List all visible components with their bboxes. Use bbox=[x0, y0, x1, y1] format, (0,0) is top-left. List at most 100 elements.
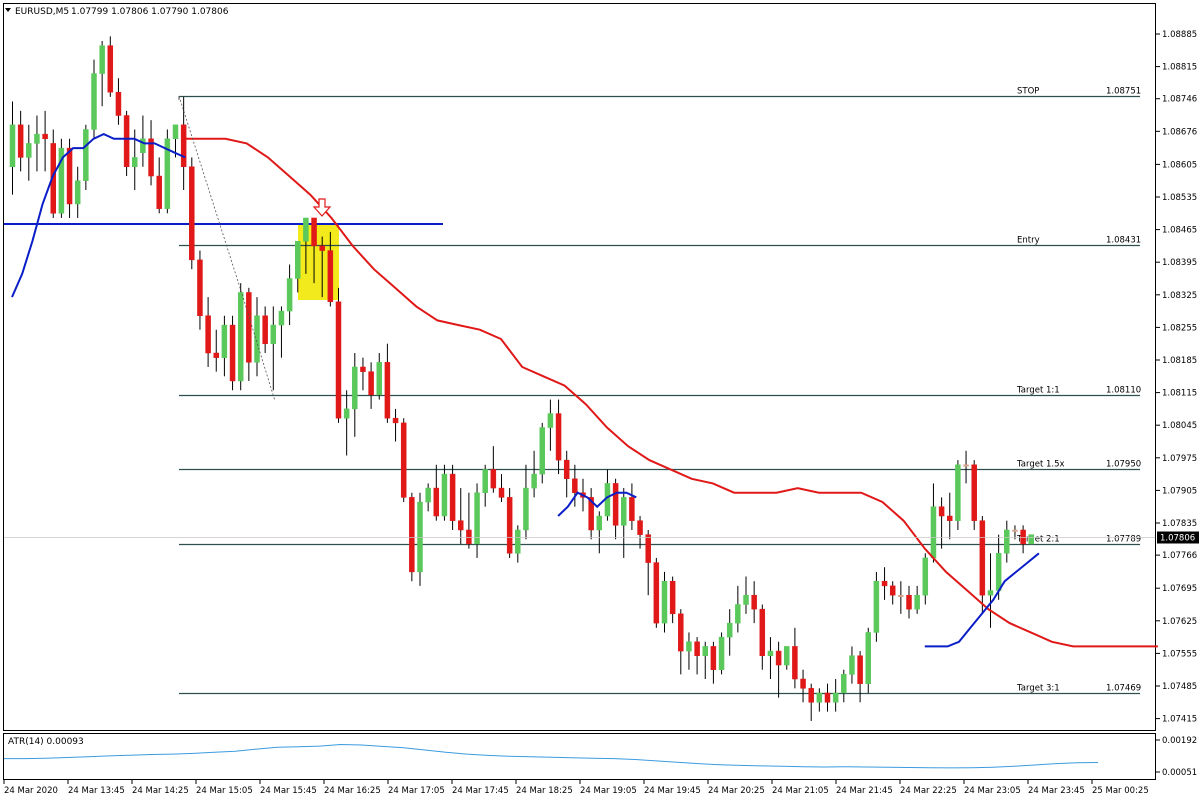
atr-label: ATR(14) 0.00093 bbox=[8, 737, 84, 747]
candle-body bbox=[563, 459, 570, 480]
candle-body bbox=[66, 147, 73, 205]
atr-panel-frame bbox=[3, 733, 1156, 780]
candle-body bbox=[132, 157, 138, 167]
time-tick-label: 24 Mar 18:25 bbox=[516, 786, 573, 796]
candle-body bbox=[906, 594, 912, 610]
candle-body bbox=[645, 534, 651, 563]
time-tick-label: 24 Mar 15:05 bbox=[196, 786, 253, 796]
time-tick-label: 24 Mar 20:25 bbox=[708, 786, 765, 796]
time-tick-label: 24 Mar 17:05 bbox=[388, 786, 445, 796]
ohlc-readout: 1.07799 1.07806 1.07790 1.07806 bbox=[71, 7, 229, 17]
price-tick-label: 1.07766 bbox=[1162, 551, 1197, 561]
candle-body bbox=[963, 464, 969, 467]
candle-body bbox=[352, 366, 358, 410]
current-price-label: 1.07806 bbox=[1160, 534, 1195, 544]
candle-body bbox=[384, 362, 391, 419]
level-value: 1.08110 bbox=[1106, 386, 1141, 396]
candle-body bbox=[295, 240, 301, 279]
price-tick-label: 1.07415 bbox=[1162, 715, 1197, 725]
level-name: Target 1.5x bbox=[1016, 460, 1065, 470]
candle-body bbox=[197, 259, 203, 317]
candle-body bbox=[17, 124, 24, 158]
candle-body bbox=[572, 478, 578, 493]
candle-body bbox=[498, 487, 505, 498]
candle-body bbox=[490, 469, 497, 489]
candle-body bbox=[466, 529, 472, 545]
price-tick-label: 1.07485 bbox=[1162, 682, 1197, 692]
price-tick-label: 1.08605 bbox=[1162, 160, 1197, 170]
time-tick-label: 25 Mar 00:25 bbox=[1092, 786, 1149, 796]
time-tick-label: 24 Mar 23:45 bbox=[1028, 786, 1085, 796]
symbol-label: EURUSD,M5 bbox=[15, 7, 69, 17]
candle-body bbox=[42, 133, 48, 140]
candle-body bbox=[9, 124, 16, 167]
candle-body bbox=[311, 217, 317, 247]
level-value: 1.07469 bbox=[1106, 684, 1141, 694]
price-tick-label: 1.08885 bbox=[1162, 30, 1197, 40]
price-tick-label: 1.07625 bbox=[1162, 617, 1197, 627]
candle-body bbox=[694, 641, 700, 656]
time-tick-label: 24 Mar 13:45 bbox=[68, 786, 125, 796]
candle-body bbox=[115, 91, 122, 116]
candle-body bbox=[1028, 534, 1034, 545]
candle-body bbox=[629, 497, 635, 521]
candle-body bbox=[123, 115, 130, 167]
candle-body bbox=[213, 352, 219, 358]
time-tick-label: 24 Mar 19:05 bbox=[580, 786, 637, 796]
price-tick-label: 1.08535 bbox=[1162, 193, 1197, 203]
candle-body bbox=[661, 580, 668, 624]
candle-body bbox=[515, 529, 521, 554]
candle-body bbox=[180, 124, 187, 167]
candle-body bbox=[784, 646, 790, 666]
candle-body bbox=[841, 674, 847, 694]
price-tick-label: 1.08045 bbox=[1162, 421, 1197, 431]
candle-body bbox=[718, 636, 725, 670]
candle-body bbox=[523, 487, 529, 531]
candle-body bbox=[335, 301, 342, 419]
candle-body bbox=[596, 515, 603, 531]
candle-body bbox=[376, 362, 382, 396]
candle-body bbox=[547, 413, 554, 428]
candle-body bbox=[303, 217, 309, 242]
candle-body bbox=[107, 45, 114, 93]
time-tick-label: 24 Mar 15:45 bbox=[260, 786, 317, 796]
candle-body bbox=[669, 580, 676, 615]
candle-body bbox=[392, 417, 399, 424]
candle-body bbox=[898, 594, 904, 597]
candle-body bbox=[653, 562, 660, 624]
candle-body bbox=[914, 594, 920, 610]
candle-body bbox=[930, 506, 937, 559]
level-name: STOP bbox=[1017, 87, 1039, 97]
candle-body bbox=[458, 520, 464, 531]
level-name: Target 3:1 bbox=[1016, 684, 1060, 694]
time-tick-label: 24 Mar 2020 bbox=[4, 786, 58, 796]
candle-body bbox=[555, 413, 562, 461]
candle-body bbox=[91, 73, 97, 130]
time-tick-label: 24 Mar 16:25 bbox=[324, 786, 381, 796]
price-tick-label: 1.07835 bbox=[1162, 519, 1197, 529]
time-tick-label: 24 Mar 23:05 bbox=[964, 786, 1021, 796]
level-value: 1.08751 bbox=[1106, 87, 1141, 97]
price-tick-label: 1.08395 bbox=[1162, 258, 1197, 268]
time-tick-label: 24 Mar 17:45 bbox=[452, 786, 509, 796]
candle-body bbox=[922, 557, 929, 596]
candle-body bbox=[205, 315, 211, 354]
price-tick-label: 1.08676 bbox=[1162, 127, 1197, 137]
candle-body bbox=[808, 688, 814, 703]
atr-tick-label: 0.00051 bbox=[1162, 768, 1197, 778]
candle-body bbox=[34, 133, 40, 144]
price-tick-label: 1.08115 bbox=[1162, 389, 1197, 399]
candle-body bbox=[832, 692, 839, 703]
price-tick-label: 1.07695 bbox=[1162, 584, 1197, 594]
candle-body bbox=[889, 585, 896, 596]
candle-body bbox=[74, 180, 81, 205]
candle-body bbox=[270, 324, 277, 344]
candle-body bbox=[955, 464, 961, 521]
candle-body bbox=[775, 650, 782, 666]
candle-body bbox=[221, 324, 228, 358]
price-tick-label: 1.07555 bbox=[1162, 649, 1197, 659]
price-chart[interactable]: EURUSD,M5 1.07799 1.07806 1.07790 1.0780… bbox=[0, 0, 1200, 800]
candle-body bbox=[368, 371, 374, 396]
candle-body bbox=[800, 678, 806, 689]
candle-body bbox=[995, 553, 1002, 591]
